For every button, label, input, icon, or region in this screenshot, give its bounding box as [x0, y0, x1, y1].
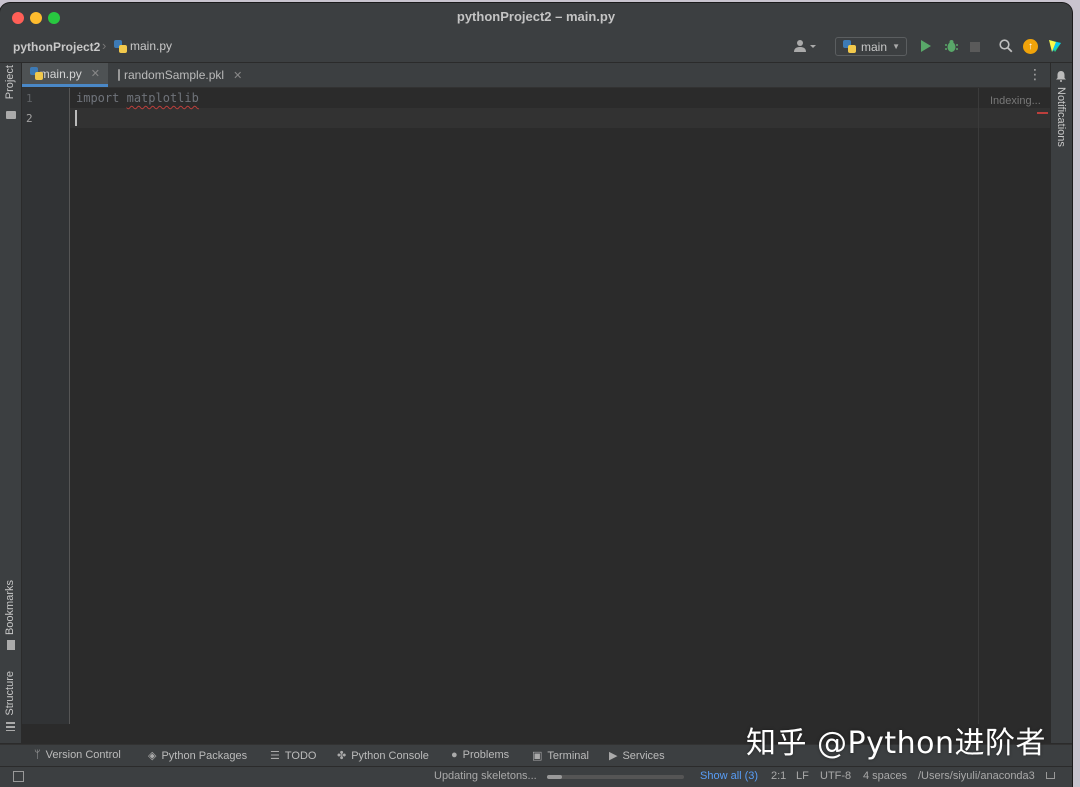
problems-tool[interactable]: ● Problems	[451, 749, 509, 761]
layers-icon: ◈	[148, 750, 157, 762]
window-title: pythonProject2 – main.py	[456, 9, 616, 24]
close-icon[interactable]: ✕	[233, 69, 242, 82]
services-icon: ▶	[609, 750, 618, 762]
right-margin-guide	[978, 88, 979, 724]
services-tool[interactable]: ▶ Services	[609, 749, 665, 763]
python-icon	[843, 40, 856, 53]
indent-setting[interactable]: 4 spaces	[863, 770, 907, 782]
unlock-icon[interactable]	[1046, 772, 1055, 779]
minimize-window-button[interactable]	[30, 12, 42, 24]
navigation-bar: pythonProject2 › main.py main ▼ ↑	[0, 31, 1072, 63]
breadcrumb-file[interactable]: main.py	[114, 39, 172, 53]
bottom-tool-label: Python Packages	[161, 749, 248, 762]
code-module-unresolved: matplotlib	[126, 91, 199, 105]
folder-icon	[6, 111, 16, 119]
notifications-tool-button[interactable]: Notifications	[1055, 87, 1067, 147]
tab-main-py[interactable]: main.py ✕	[22, 63, 108, 87]
tab-label: main.py	[39, 66, 82, 81]
code-keyword: import	[76, 91, 120, 105]
tab-random-sample-pkl[interactable]: randomSample.pkl ✕	[110, 63, 246, 87]
info-icon: ●	[451, 749, 458, 761]
bottom-tool-label: TODO	[284, 749, 317, 762]
indexing-status: Indexing...	[990, 95, 1041, 107]
progress-fill	[547, 775, 563, 779]
chevron-down-icon: ▼	[892, 42, 900, 51]
update-arrow-icon[interactable]: ↑	[1023, 39, 1038, 54]
toggle-tool-windows-icon[interactable]	[13, 771, 24, 782]
bottom-tool-label: Version Control	[45, 749, 121, 761]
debug-bug-icon[interactable]	[945, 39, 958, 53]
python-interpreter[interactable]: /Users/siyuli/anaconda3	[918, 770, 1035, 782]
python-file-icon	[30, 67, 43, 80]
pycharm-logo-icon[interactable]	[1048, 39, 1062, 53]
editor-tabs: main.py ✕ randomSample.pkl ✕ ⋮	[22, 63, 1050, 88]
right-tool-strip: Notifications	[1050, 63, 1072, 743]
watermark: 知乎 @Python进阶者	[746, 726, 1047, 761]
error-stripe-marker[interactable]	[1037, 112, 1048, 114]
file-icon	[118, 69, 120, 81]
python-console-tool[interactable]: ✤ Python Console	[337, 749, 429, 763]
python-file-icon	[114, 39, 127, 53]
breadcrumb-project[interactable]: pythonProject2	[13, 40, 100, 54]
run-icon[interactable]	[921, 40, 931, 52]
breadcrumb-file-label: main.py	[130, 39, 173, 53]
todo-tool[interactable]: ☰ TODO	[270, 749, 317, 763]
version-control-tool[interactable]: ᛘ Version Control	[34, 749, 121, 761]
code-editor[interactable]: 1 2 import matplotlib Indexing...	[22, 88, 1050, 724]
ide-window: pythonProject2 – main.py pythonProject2 …	[0, 3, 1072, 787]
line-separator[interactable]: LF	[796, 770, 809, 782]
branch-icon: ᛘ	[34, 749, 41, 761]
line-number: 1	[26, 92, 33, 105]
run-configuration-label: main	[861, 39, 888, 54]
structure-tool-button[interactable]: Structure	[4, 671, 16, 716]
line-number: 2	[26, 112, 33, 125]
file-encoding[interactable]: UTF-8	[820, 770, 851, 782]
project-tool-button[interactable]: Project	[4, 65, 16, 99]
code-line-1[interactable]: import matplotlib	[76, 91, 199, 105]
bottom-tool-label: Terminal	[547, 749, 589, 762]
terminal-icon: ▣	[532, 750, 543, 762]
show-all-link[interactable]: Show all (3)	[700, 770, 758, 782]
left-tool-strip: Project Bookmarks Structure	[0, 63, 22, 743]
user-icon[interactable]	[793, 39, 819, 55]
tab-label: randomSample.pkl	[124, 68, 225, 82]
more-vertical-icon[interactable]: ⋮	[1028, 67, 1042, 81]
title-bar: pythonProject2 – main.py	[0, 3, 1072, 31]
python-icon: ✤	[337, 750, 347, 762]
caret-position[interactable]: 2:1	[771, 770, 786, 782]
structure-icon	[6, 722, 15, 731]
bottom-tool-label: Python Console	[351, 749, 429, 762]
bottom-tool-label: Services	[622, 749, 665, 762]
line-gutter: 1 2	[22, 88, 70, 724]
background-task-progress	[547, 775, 684, 779]
close-window-button[interactable]	[12, 12, 24, 24]
zoom-window-button[interactable]	[48, 12, 60, 24]
bookmarks-tool-button[interactable]: Bookmarks	[4, 580, 16, 635]
search-icon[interactable]	[999, 39, 1013, 53]
text-caret	[75, 110, 77, 126]
current-line-highlight	[70, 108, 1050, 128]
terminal-tool[interactable]: ▣ Terminal	[532, 749, 589, 763]
bookmark-icon	[7, 640, 15, 650]
status-bar: Updating skeletons... Show all (3) 2:1 L…	[0, 766, 1072, 787]
list-icon: ☰	[270, 750, 280, 762]
bottom-tool-label: Problems	[462, 749, 510, 761]
close-icon[interactable]: ✕	[91, 67, 100, 80]
stop-icon[interactable]	[970, 42, 980, 52]
run-configuration-select[interactable]: main ▼	[835, 37, 907, 56]
python-packages-tool[interactable]: ◈ Python Packages	[148, 749, 248, 763]
background-task-label[interactable]: Updating skeletons...	[434, 770, 537, 782]
chevron-right-icon: ›	[102, 38, 107, 53]
bell-icon[interactable]	[1056, 71, 1066, 82]
